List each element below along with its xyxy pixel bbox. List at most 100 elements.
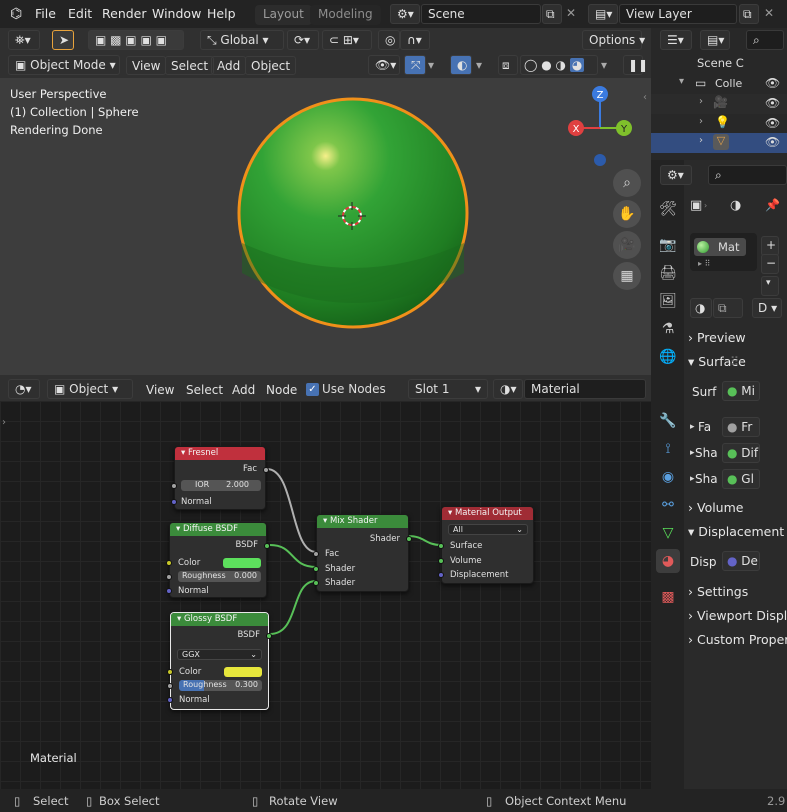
output-volume-socket[interactable]: [438, 558, 444, 564]
particles-tab-icon[interactable]: ⟟: [656, 437, 680, 461]
diffuse-normal-socket[interactable]: [166, 588, 172, 594]
material-browse-button[interactable]: ◑▾: [493, 379, 523, 399]
camera-expand-icon[interactable]: ›: [699, 96, 703, 107]
light-expand-icon[interactable]: ›: [699, 116, 703, 127]
toggle-sidebar-button[interactable]: ❚❚: [623, 55, 648, 75]
overlay-toggle-button[interactable]: ◐: [450, 55, 472, 75]
editor-type-button[interactable]: ⛯▾: [8, 30, 40, 50]
diffuse-bsdf-node[interactable]: ▾ Diffuse BSDF BSDF Color Roughness 0.000…: [166, 522, 270, 598]
properties-search-field[interactable]: ⌕: [708, 165, 787, 185]
properties-editor-type-button[interactable]: ⚙▾: [660, 165, 692, 185]
ortho-grid-icon[interactable]: ▦: [613, 262, 641, 290]
use-nodes-checkbox[interactable]: ✓: [306, 383, 319, 396]
material-slot-list[interactable]: Mat ▸ ⠿: [690, 233, 757, 271]
proportional-edit-button[interactable]: ◎: [378, 30, 400, 50]
copy-scene-icon[interactable]: ⧉: [542, 4, 562, 24]
view-layer-field[interactable]: View Layer: [619, 4, 737, 24]
world-tab-icon[interactable]: 🌐: [656, 345, 680, 369]
collection-expand-icon[interactable]: ▾: [679, 76, 684, 87]
output-tab-icon[interactable]: 🖨: [656, 261, 680, 285]
overlay-dropdown-icon[interactable]: ▾: [476, 58, 482, 72]
browse-material-button[interactable]: ◑: [690, 298, 712, 318]
glossy-node-header[interactable]: ▾ Glossy BSDF: [171, 613, 268, 626]
fresnel-ior-field[interactable]: IOR 2.000: [181, 480, 261, 491]
surface-panel-header[interactable]: ▾ Surface ⠿: [688, 354, 787, 369]
collapse-toolbar-icon[interactable]: ‹: [643, 92, 647, 103]
diffuse-color-swatch[interactable]: [223, 558, 261, 568]
pivot-point-button[interactable]: ⟳▾: [287, 30, 319, 50]
outliner-row-collection[interactable]: ▾ ▭ Colle 👁: [651, 74, 787, 94]
mix-shader-node[interactable]: ▾ Mix Shader Shader Fac Shader Shader: [313, 514, 412, 592]
viewport-menu-object[interactable]: Object: [245, 56, 297, 75]
add-material-slot-button[interactable]: +: [761, 236, 779, 256]
glossy-roughness-slider[interactable]: Roughness 0.300: [179, 680, 262, 691]
node-menu-select[interactable]: Select: [181, 381, 228, 400]
view-layer-tab-icon[interactable]: 🖼: [656, 289, 680, 313]
fresnel-normal-socket[interactable]: [171, 499, 177, 505]
diffuse-color-socket[interactable]: [166, 560, 172, 566]
diffuse-roughness-socket[interactable]: [166, 574, 172, 580]
mix-shader-b-socket[interactable]: [313, 580, 319, 586]
outliner-row-scene[interactable]: Scene C: [651, 54, 787, 74]
output-node-header[interactable]: ▾ Material Output: [442, 507, 533, 520]
zoom-icon[interactable]: ⌕: [613, 169, 641, 197]
viewport-menu-select[interactable]: Select: [165, 56, 215, 75]
shading-mode-buttons[interactable]: ◯ ● ◑ ◕: [520, 55, 598, 75]
tab-modeling[interactable]: Modeling: [310, 5, 381, 25]
render-tab-icon[interactable]: 📷: [656, 233, 680, 257]
fresnel-node[interactable]: ▾ Fresnel Fac IOR 2.000 Normal: [171, 446, 269, 510]
outliner-row-sphere[interactable]: › ▽ 👁: [651, 133, 787, 153]
gizmo-toggle-button[interactable]: ⤧: [404, 55, 426, 75]
3d-viewport[interactable]: User Perspective (1) Collection | Sphere…: [0, 78, 651, 375]
glossy-normal-socket[interactable]: [167, 697, 173, 703]
visibility-toggle-button[interactable]: 👁▾: [368, 55, 400, 75]
light-visibility-eye-icon[interactable]: 👁: [765, 116, 780, 130]
node-editor-type-button[interactable]: ◔▾: [8, 379, 40, 399]
custom-properties-panel-header[interactable]: › Custom Proper: [688, 632, 787, 647]
mix-shader-out-socket[interactable]: [406, 536, 412, 542]
snapping-button[interactable]: ⊂ ⊞▾: [322, 30, 372, 50]
material-link-dropdown[interactable]: D ▾: [752, 298, 782, 318]
physics-tab-icon[interactable]: ◉: [656, 465, 680, 489]
displacement-panel-header[interactable]: ▾ Displacement: [688, 524, 787, 539]
close-view-layer-icon[interactable]: ✕: [764, 6, 774, 20]
remove-material-slot-button[interactable]: −: [761, 254, 779, 274]
tab-layout[interactable]: Layout: [255, 5, 312, 25]
viewport-menu-add[interactable]: Add: [211, 56, 247, 75]
outliner-search-field[interactable]: ⌕: [746, 30, 784, 50]
select-tool-button[interactable]: ➤: [52, 30, 74, 50]
camera-view-icon[interactable]: 🎥: [613, 231, 641, 259]
texture-tab-icon[interactable]: ▩: [656, 585, 680, 609]
menu-render[interactable]: Render: [102, 6, 147, 21]
menu-window[interactable]: Window: [152, 6, 201, 21]
diffuse-roughness-field[interactable]: Roughness 0.000: [178, 571, 261, 582]
camera-visibility-eye-icon[interactable]: 👁: [765, 96, 780, 110]
mix-node-header[interactable]: ▾ Mix Shader: [317, 515, 408, 528]
volume-panel-header[interactable]: › Volume: [688, 500, 787, 515]
glossy-bsdf-socket[interactable]: [266, 633, 272, 639]
outliner-display-mode-button[interactable]: ▤▾: [700, 30, 730, 50]
modifier-tab-icon[interactable]: 🔧: [656, 409, 680, 433]
surface-drag-handle-icon[interactable]: ⠿: [730, 354, 739, 369]
gizmo-dropdown-icon[interactable]: ▾: [428, 58, 434, 72]
glossy-roughness-socket[interactable]: [167, 683, 173, 689]
transform-orientation-dropdown[interactable]: ⤡ Global ▾: [200, 30, 284, 50]
navigation-gizmo[interactable]: Z X Y: [560, 84, 640, 174]
node-menu-view[interactable]: View: [141, 381, 179, 400]
selection-mode-buttons[interactable]: ▣ ▩ ▣ ▣ ▣: [88, 30, 184, 50]
fresnel-node-header[interactable]: ▾ Fresnel: [175, 447, 265, 460]
shader2-input-field[interactable]: ● Gl: [722, 469, 760, 489]
material-datablock-field[interactable]: ⧉: [713, 298, 743, 318]
output-target-dropdown[interactable]: All ⌄: [448, 524, 528, 535]
outliner-row-light[interactable]: › 💡 👁: [651, 114, 787, 134]
material-slot-specials-button[interactable]: ▾: [761, 276, 779, 296]
mix-fac-socket[interactable]: [313, 551, 319, 557]
surface-shader-field[interactable]: ● Mi: [722, 381, 760, 401]
preview-panel-header[interactable]: › Preview: [688, 330, 787, 345]
outliner-row-camera[interactable]: › 🎥 👁: [651, 94, 787, 114]
settings-panel-header[interactable]: › Settings: [688, 584, 787, 599]
fresnel-fac-socket[interactable]: [263, 467, 269, 473]
displacement-input-field[interactable]: ● De: [722, 551, 760, 571]
viewport-menu-view[interactable]: View: [126, 56, 167, 75]
pan-hand-icon[interactable]: ✋: [613, 200, 641, 228]
